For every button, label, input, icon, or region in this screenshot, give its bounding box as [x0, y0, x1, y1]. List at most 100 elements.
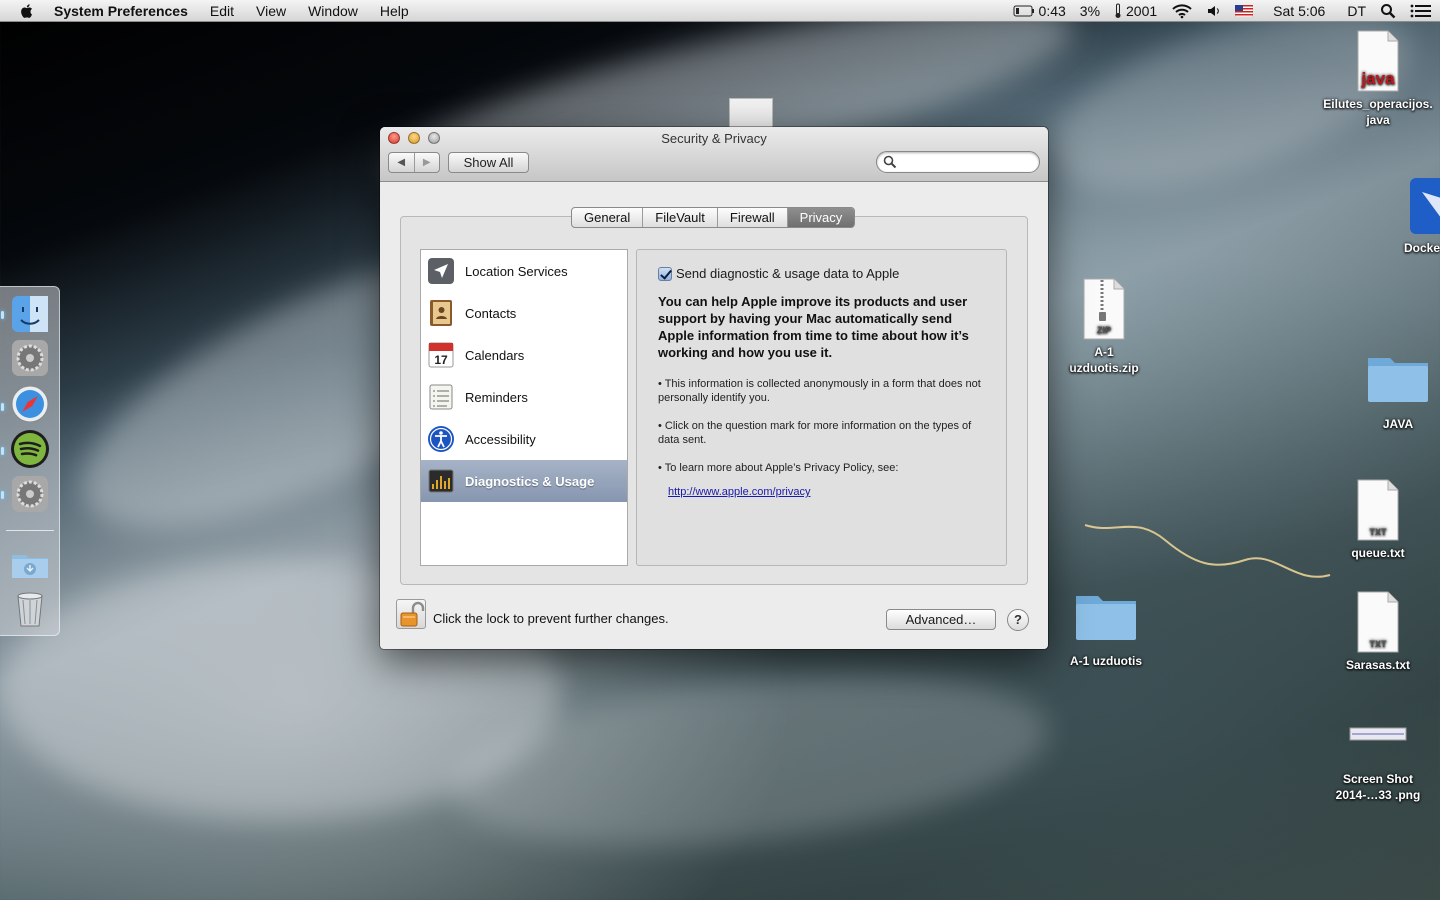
- battery-time: 0:43: [1038, 3, 1066, 19]
- forward-button[interactable]: ▶: [415, 153, 440, 172]
- help-button[interactable]: ?: [1007, 609, 1029, 631]
- java-file-icon: java: [1357, 30, 1399, 92]
- downloads-folder-icon[interactable]: [9, 543, 51, 585]
- tab-privacy[interactable]: Privacy: [787, 208, 855, 227]
- us-flag-input-icon[interactable]: [1235, 5, 1254, 17]
- list-item-reminders[interactable]: Reminders: [421, 376, 627, 418]
- river-reflection: [1084, 524, 1331, 578]
- list-item-calendars[interactable]: 17 Calendars: [421, 334, 627, 376]
- anonymous-info-bullet: • This information is collected anonymou…: [658, 378, 981, 404]
- list-item-label: Accessibility: [465, 431, 536, 447]
- list-item-diagnostics-usage[interactable]: Diagnostics & Usage: [421, 460, 627, 502]
- desktop-queue-txt[interactable]: TXT queue.txt: [1323, 479, 1433, 561]
- desktop-sarasas-txt[interactable]: TXT Sarasas.txt: [1323, 591, 1433, 673]
- desktop-icon-label: Docke: [1404, 241, 1440, 255]
- send-diagnostics-label[interactable]: Send diagnostic & usage data to Apple: [676, 266, 899, 281]
- tab-bar: General FileVault Firewall Privacy: [571, 207, 856, 228]
- list-item-location-services[interactable]: Location Services: [421, 250, 627, 292]
- menu-app-name[interactable]: System Preferences: [54, 3, 188, 19]
- window-footer: Click the lock to prevent further change…: [380, 595, 1048, 649]
- menu-edit[interactable]: Edit: [210, 3, 234, 19]
- back-button[interactable]: ◀: [389, 153, 415, 172]
- desktop-screenshot-file[interactable]: Screen Shot 2014-…33 .png: [1323, 727, 1433, 803]
- folder-icon: [1368, 358, 1428, 402]
- send-diagnostics-checkbox[interactable]: [658, 266, 672, 281]
- question-mark-info-bullet: • Click on the question mark for more in…: [658, 420, 972, 446]
- image-thumbnail-icon: [1349, 727, 1407, 741]
- desktop-icon-label: Eilutes_operacijos.java: [1323, 97, 1433, 127]
- desktop-icon-label: JAVA: [1382, 417, 1414, 431]
- battery-status[interactable]: 0:43: [1013, 3, 1066, 19]
- svg-text:java: java: [1360, 69, 1395, 88]
- running-indicator: [1, 403, 4, 411]
- safari-icon[interactable]: [9, 383, 51, 425]
- window-toolbar: Security & Privacy ◀ ▶ Show All: [380, 127, 1048, 182]
- back-arrow-icon: ◀: [397, 157, 406, 168]
- lock-button[interactable]: [396, 599, 426, 629]
- search-icon: [883, 155, 897, 169]
- desktop-a1-folder[interactable]: A-1 uzduotis: [1051, 590, 1161, 669]
- list-item-contacts[interactable]: Contacts: [421, 292, 627, 334]
- tab-general[interactable]: General: [572, 208, 644, 227]
- user-name[interactable]: DT: [1347, 3, 1366, 19]
- window-title: Security & Privacy: [661, 131, 767, 146]
- svg-text:17: 17: [434, 353, 448, 367]
- desktop-docker-app[interactable]: Docke: [1380, 176, 1440, 256]
- temperature-status[interactable]: 2001: [1114, 3, 1157, 19]
- text-file-icon: TXT: [1357, 479, 1399, 541]
- spotlight-search-icon[interactable]: [1380, 3, 1396, 19]
- desktop-zip-file[interactable]: ZIP A-1 uzduotis.zip: [1049, 278, 1159, 376]
- notification-center-icon[interactable]: [1410, 3, 1432, 19]
- list-item-accessibility[interactable]: Accessibility: [421, 418, 627, 460]
- menu-window[interactable]: Window: [308, 3, 358, 19]
- desktop-icon-label: queue.txt: [1351, 546, 1405, 560]
- wifi-icon[interactable]: [1171, 3, 1193, 19]
- list-item-label: Location Services: [465, 263, 568, 279]
- menubar-clock[interactable]: Sat 5:06: [1273, 3, 1325, 19]
- zip-file-icon: ZIP: [1083, 278, 1125, 340]
- running-indicator: [1, 311, 4, 319]
- spotify-icon[interactable]: [9, 428, 51, 470]
- show-all-button[interactable]: Show All: [448, 152, 529, 173]
- docker-app-icon: [1410, 178, 1440, 234]
- running-indicator: [1, 491, 4, 499]
- security-privacy-window: Security & Privacy ◀ ▶ Show All General …: [380, 127, 1048, 649]
- menu-view[interactable]: View: [256, 3, 286, 19]
- privacy-policy-link[interactable]: http://www.apple.com/privacy: [668, 486, 810, 498]
- search-field[interactable]: [876, 151, 1040, 173]
- back-forward-control: ◀ ▶: [388, 152, 440, 173]
- system-preferences-icon[interactable]: [9, 337, 51, 379]
- svg-text:ZIP: ZIP: [1097, 325, 1111, 335]
- desktop-java-file[interactable]: java Eilutes_operacijos.java: [1323, 30, 1433, 128]
- dock-separator: [6, 530, 54, 531]
- search-input[interactable]: [899, 154, 1033, 170]
- desktop-icon-label: A-1 uzduotis.zip: [1069, 345, 1139, 375]
- privacy-policy-bullet: • To learn more about Apple’s Privacy Po…: [658, 462, 899, 474]
- lock-status-text: Click the lock to prevent further change…: [433, 611, 669, 626]
- desktop-java-folder[interactable]: JAVA: [1343, 352, 1440, 432]
- finder-icon[interactable]: [9, 293, 51, 335]
- tab-firewall[interactable]: Firewall: [718, 208, 788, 227]
- advanced-button[interactable]: Advanced…: [886, 609, 996, 630]
- location-arrow-icon: [428, 258, 454, 284]
- text-file-icon: TXT: [1357, 591, 1399, 653]
- list-item-label: Calendars: [465, 347, 525, 363]
- battery-icon: [1013, 5, 1034, 17]
- reminders-list-icon: [429, 384, 453, 410]
- calendar-icon: 17: [428, 342, 454, 368]
- diagnostics-intro-text: You can help Apple improve its products …: [658, 294, 969, 360]
- trash-icon[interactable]: [9, 587, 51, 629]
- system-preferences-icon[interactable]: [9, 473, 51, 515]
- running-indicator: [1, 447, 4, 455]
- hidden-file-icon[interactable]: [729, 98, 773, 130]
- folder-icon: [1076, 596, 1136, 640]
- menu-help[interactable]: Help: [380, 3, 409, 19]
- desktop-icon-label: Screen Shot 2014-…33 .png: [1335, 772, 1421, 802]
- thermometer-icon: [1115, 3, 1121, 18]
- battery-percent[interactable]: 3%: [1080, 3, 1100, 19]
- accessibility-icon: [428, 426, 454, 452]
- diagnostics-console-icon: [428, 469, 454, 493]
- volume-icon[interactable]: [1207, 4, 1221, 18]
- tab-filevault[interactable]: FileVault: [643, 208, 718, 227]
- apple-menu-icon[interactable]: [18, 2, 36, 20]
